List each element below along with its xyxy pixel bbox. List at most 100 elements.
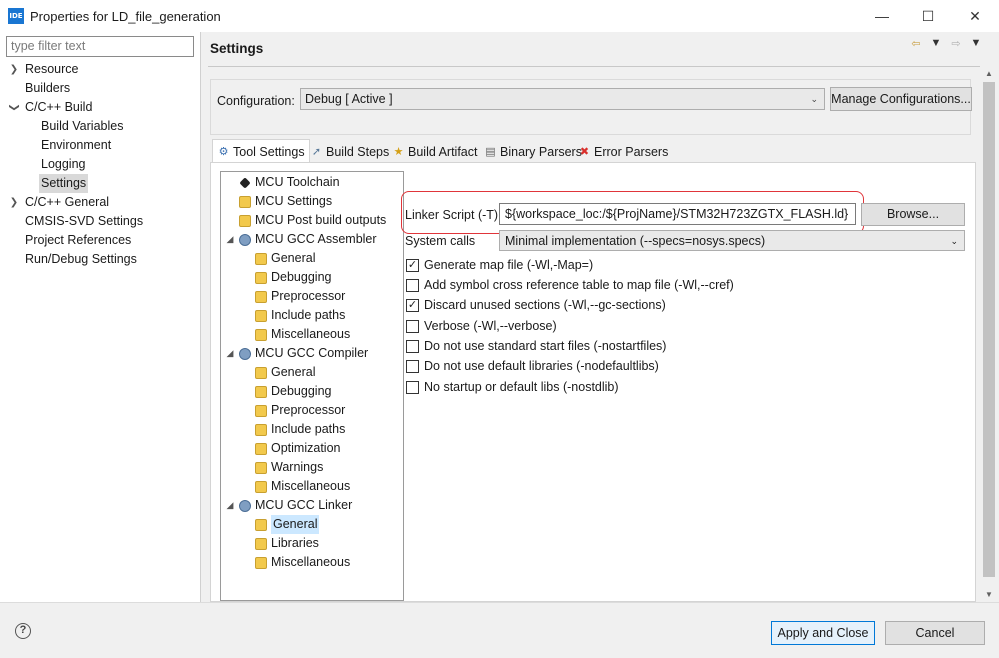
configuration-label: Configuration: bbox=[217, 94, 295, 108]
tab-build-artifact[interactable]: ★ Build Artifact bbox=[388, 141, 481, 163]
tree-item-mcu-settings[interactable]: MCU Settings bbox=[239, 192, 332, 211]
option-nostdlib[interactable]: No startup or default libs (-nostdlib) bbox=[406, 378, 619, 396]
collapse-linker-icon[interactable]: ◢ bbox=[225, 496, 235, 515]
tree-item-assembler-miscellaneous[interactable]: Miscellaneous bbox=[255, 325, 350, 344]
tree-label: Debugging bbox=[271, 384, 332, 398]
browse-button[interactable]: Browse... bbox=[861, 203, 965, 226]
tree-item-assembler-preprocessor[interactable]: Preprocessor bbox=[255, 287, 345, 306]
checkbox-checked[interactable]: ✓ bbox=[406, 298, 419, 312]
system-calls-select[interactable]: Minimal implementation (--specs=nosys.sp… bbox=[499, 230, 965, 251]
tree-item-assembler-include-paths[interactable]: Include paths bbox=[255, 306, 345, 325]
tree-label: Preprocessor bbox=[271, 403, 346, 417]
nav-item-environment[interactable]: Environment bbox=[41, 136, 111, 155]
expand-cc-general-icon[interactable]: ❯ bbox=[9, 193, 19, 212]
nav-item-cmsis-svd-settings[interactable]: CMSIS-SVD Settings bbox=[25, 212, 143, 231]
tree-label: General bbox=[271, 515, 320, 534]
tree-item-mcu-gcc-compiler[interactable]: MCU GCC Compiler bbox=[239, 344, 368, 363]
nav-item-cc-general[interactable]: C/C++ General bbox=[25, 193, 109, 212]
nav-item-logging[interactable]: Logging bbox=[41, 155, 86, 174]
nav-item-project-references[interactable]: Project References bbox=[25, 231, 131, 250]
scroll-up-icon[interactable]: ▲ bbox=[981, 67, 997, 81]
checkbox[interactable] bbox=[406, 380, 419, 394]
expand-resource-icon[interactable]: ❯ bbox=[9, 60, 19, 79]
settings-folder-icon bbox=[255, 290, 267, 303]
back-arrow-icon[interactable]: ⇦ bbox=[909, 37, 923, 50]
tree-label: Include paths bbox=[271, 422, 346, 436]
maximize-button[interactable]: ☐ bbox=[905, 0, 951, 32]
manage-configurations-button[interactable]: Manage Configurations... bbox=[830, 87, 972, 111]
history-nav: ⇦ ▼ ⇨ ▼ bbox=[909, 37, 983, 50]
tree-item-mcu-toolchain[interactable]: MCU Toolchain bbox=[239, 173, 340, 192]
error-icon: ✖ bbox=[579, 146, 590, 158]
tree-item-compiler-debugging[interactable]: Debugging bbox=[255, 382, 331, 401]
nav-item-build-variables[interactable]: Build Variables bbox=[41, 117, 123, 136]
option-generate-map[interactable]: ✓ Generate map file (-Wl,-Map=) bbox=[406, 256, 593, 274]
checkbox[interactable] bbox=[406, 339, 419, 353]
nav-item-settings[interactable]: Settings bbox=[39, 174, 89, 193]
minimize-button[interactable]: — bbox=[859, 0, 905, 32]
tree-item-linker-libraries[interactable]: Libraries bbox=[255, 534, 319, 553]
system-calls-value: Minimal implementation (--specs=nosys.sp… bbox=[505, 234, 766, 248]
checkbox-checked[interactable]: ✓ bbox=[406, 258, 419, 272]
scroll-down-icon[interactable]: ▼ bbox=[981, 588, 997, 602]
chip-icon bbox=[239, 176, 251, 189]
system-calls-label: System calls bbox=[405, 234, 476, 248]
apply-and-close-button[interactable]: Apply and Close bbox=[771, 621, 875, 645]
checkbox[interactable] bbox=[406, 359, 419, 373]
close-button[interactable]: ✕ bbox=[952, 0, 998, 32]
tab-label: Tool Settings bbox=[233, 144, 305, 159]
collapse-cc-build-icon[interactable]: ❯ bbox=[5, 103, 24, 113]
option-label: Do not use default libraries (-nodefault… bbox=[424, 359, 659, 373]
scroll-thumb[interactable] bbox=[983, 82, 995, 577]
tree-item-assembler-general[interactable]: General bbox=[255, 249, 315, 268]
tab-tool-settings[interactable]: ⚙ Tool Settings bbox=[212, 139, 310, 163]
tree-item-linker-miscellaneous[interactable]: Miscellaneous bbox=[255, 553, 350, 572]
tree-item-mcu-post-build-outputs[interactable]: MCU Post build outputs bbox=[239, 211, 386, 230]
linker-general-options: Linker Script (-T) ${workspace_loc:/${Pr… bbox=[401, 171, 966, 601]
linker-script-input[interactable]: ${workspace_loc:/${ProjName}/STM32H723ZG… bbox=[499, 203, 856, 225]
checkbox[interactable] bbox=[406, 319, 419, 333]
option-nostartfiles[interactable]: Do not use standard start files (-nostar… bbox=[406, 337, 666, 355]
tree-label: Miscellaneous bbox=[271, 479, 351, 493]
option-label: Add symbol cross reference table to map … bbox=[424, 278, 734, 292]
back-menu-chevron-icon[interactable]: ▼ bbox=[929, 37, 943, 50]
help-icon[interactable]: ? bbox=[15, 623, 31, 639]
vertical-scrollbar[interactable]: ▲ ▼ bbox=[981, 67, 997, 602]
collapse-compiler-icon[interactable]: ◢ bbox=[225, 344, 235, 363]
checkbox[interactable] bbox=[406, 278, 419, 292]
tab-binary-parsers[interactable]: ▤ Binary Parsers bbox=[480, 141, 586, 163]
cancel-button[interactable]: Cancel bbox=[885, 621, 985, 645]
collapse-assembler-icon[interactable]: ◢ bbox=[225, 230, 235, 249]
nav-item-cc-build[interactable]: C/C++ Build bbox=[25, 98, 92, 117]
tab-build-steps[interactable]: ➚ Build Steps bbox=[306, 141, 393, 163]
tree-label: Warnings bbox=[271, 460, 324, 474]
option-cref[interactable]: Add symbol cross reference table to map … bbox=[406, 276, 734, 294]
forward-arrow-icon[interactable]: ⇨ bbox=[949, 37, 963, 50]
configuration-select[interactable]: Debug [ Active ] ⌄ bbox=[300, 88, 825, 110]
tree-item-compiler-optimization[interactable]: Optimization bbox=[255, 439, 340, 458]
nav-item-builders[interactable]: Builders bbox=[25, 79, 70, 98]
tree-item-compiler-miscellaneous[interactable]: Miscellaneous bbox=[255, 477, 350, 496]
tree-item-linker-general[interactable]: General bbox=[255, 515, 320, 534]
tree-item-compiler-general[interactable]: General bbox=[255, 363, 315, 382]
settings-folder-icon bbox=[255, 537, 267, 550]
option-gc-sections[interactable]: ✓ Discard unused sections (-Wl,--gc-secti… bbox=[406, 296, 666, 314]
tree-item-compiler-warnings[interactable]: Warnings bbox=[255, 458, 323, 477]
tree-item-compiler-include-paths[interactable]: Include paths bbox=[255, 420, 345, 439]
forward-menu-chevron-icon[interactable]: ▼ bbox=[969, 37, 983, 50]
tool-settings-icon: ⚙ bbox=[218, 145, 229, 158]
nav-item-resource[interactable]: Resource bbox=[25, 60, 79, 79]
option-verbose[interactable]: Verbose (-Wl,--verbose) bbox=[406, 317, 557, 335]
tree-item-assembler-debugging[interactable]: Debugging bbox=[255, 268, 331, 287]
tree-item-mcu-gcc-linker[interactable]: MCU GCC Linker bbox=[239, 496, 352, 515]
tree-item-mcu-gcc-assembler[interactable]: MCU GCC Assembler bbox=[239, 230, 377, 249]
tree-label: Include paths bbox=[271, 308, 346, 322]
option-nodefaultlibs[interactable]: Do not use default libraries (-nodefault… bbox=[406, 357, 659, 375]
tab-error-parsers[interactable]: ✖ Error Parsers bbox=[574, 141, 672, 163]
option-label: Verbose (-Wl,--verbose) bbox=[424, 319, 557, 333]
nav-item-run-debug-settings[interactable]: Run/Debug Settings bbox=[25, 250, 137, 269]
tree-item-compiler-preprocessor[interactable]: Preprocessor bbox=[255, 401, 345, 420]
filter-input[interactable]: type filter text bbox=[6, 36, 194, 57]
tree-label: General bbox=[271, 365, 316, 379]
tab-label: Build Steps bbox=[326, 145, 390, 159]
